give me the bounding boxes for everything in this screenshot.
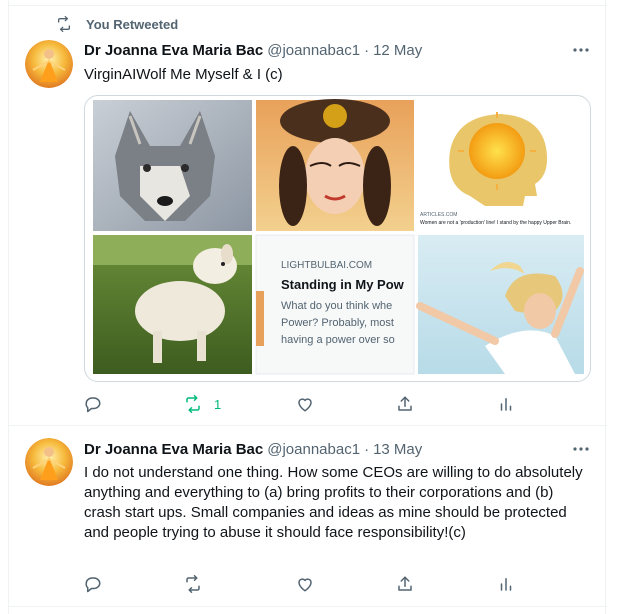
like-button[interactable] — [296, 574, 314, 594]
more-icon — [573, 48, 589, 52]
retweet-button[interactable] — [184, 574, 202, 594]
retweet-icon — [58, 16, 70, 32]
analytics-icon — [500, 578, 512, 591]
tweet[interactable]: You Retweeted Dr Joanna Eva Maria Bac @j… — [9, 7, 607, 426]
tweet-date[interactable]: 12 May — [373, 42, 422, 59]
retweet-button[interactable]: 1 — [184, 394, 221, 414]
like-button[interactable] — [296, 394, 314, 414]
separator: · — [364, 440, 370, 458]
link-card-snippet-2: Power? Probably, most — [281, 317, 394, 329]
sun-tile-caption: ARTICLES.COM — [420, 212, 457, 218]
author-name[interactable]: Dr Joanna Eva Maria Bac — [84, 441, 263, 458]
retweet-icon — [186, 575, 200, 593]
sun-tile-caption-line: Women are not a 'production' line! I sta… — [420, 220, 571, 226]
retweet-banner: You Retweeted — [56, 16, 178, 32]
link-card-snippet-1: What do you think whe — [281, 300, 392, 312]
tweet-header: Dr Joanna Eva Maria Bac @joannabac1 · 13… — [84, 439, 422, 459]
link-card-site: LIGHTBULBAI.COM — [281, 260, 372, 271]
media-tile-wolf[interactable] — [93, 100, 252, 231]
tweet-text: I do not understand one thing. How some … — [84, 464, 583, 541]
retweet-icon — [186, 395, 200, 413]
timeline: You Retweeted Dr Joanna Eva Maria Bac @j… — [8, 0, 607, 614]
more-icon — [573, 447, 589, 451]
link-card-snippet-3: having a power over so — [281, 334, 395, 346]
separator: · — [364, 41, 370, 59]
tweet-header: Dr Joanna Eva Maria Bac @joannabac1 · 12… — [84, 40, 422, 60]
reply-icon — [85, 397, 101, 413]
share-button[interactable] — [396, 574, 414, 594]
analytics-button[interactable] — [497, 574, 515, 594]
avatar[interactable] — [25, 438, 73, 486]
retweet-banner-label: You Retweeted — [86, 16, 179, 32]
retweet-count: 1 — [214, 396, 222, 412]
tweet[interactable]: Dr Joanna Eva Maria Bac @joannabac1 · 13… — [9, 427, 607, 607]
more-options-button[interactable] — [571, 40, 591, 60]
link-card-title: Standing in My Pow — [281, 277, 405, 292]
share-icon — [398, 576, 412, 591]
previous-tweet-edge — [9, 0, 607, 6]
share-button[interactable] — [396, 394, 414, 414]
analytics-icon — [500, 398, 512, 411]
author-name[interactable]: Dr Joanna Eva Maria Bac — [84, 42, 263, 59]
reply-button[interactable] — [84, 394, 102, 414]
tweet-actions: 1 — [84, 394, 514, 414]
tweet-text: VirginAIWolf Me Myself & I (c) — [84, 66, 283, 83]
media-tile-sun-head[interactable]: ARTICLES.COM Women are not a 'production… — [418, 100, 584, 231]
media-tile-portrait[interactable] — [256, 99, 414, 231]
tweet-actions — [84, 574, 514, 594]
reply-button[interactable] — [84, 574, 102, 594]
author-handle[interactable]: @joannabac1 — [267, 441, 360, 458]
media-grid[interactable]: ARTICLES.COM Women are not a 'production… — [84, 95, 591, 382]
media-tile-woman-sky[interactable] — [416, 235, 584, 374]
heart-icon — [298, 398, 312, 412]
tweet-date[interactable]: 13 May — [373, 441, 422, 458]
author-handle[interactable]: @joannabac1 — [267, 42, 360, 59]
reply-icon — [85, 577, 101, 593]
more-options-button[interactable] — [571, 439, 591, 459]
media-tile-lamb[interactable] — [93, 235, 252, 374]
media-tile-link-card[interactable]: LIGHTBULBAI.COM Standing in My Pow What … — [255, 234, 415, 375]
heart-icon — [298, 578, 312, 592]
share-icon — [398, 396, 412, 411]
avatar[interactable] — [25, 40, 73, 88]
analytics-button[interactable] — [497, 394, 515, 414]
